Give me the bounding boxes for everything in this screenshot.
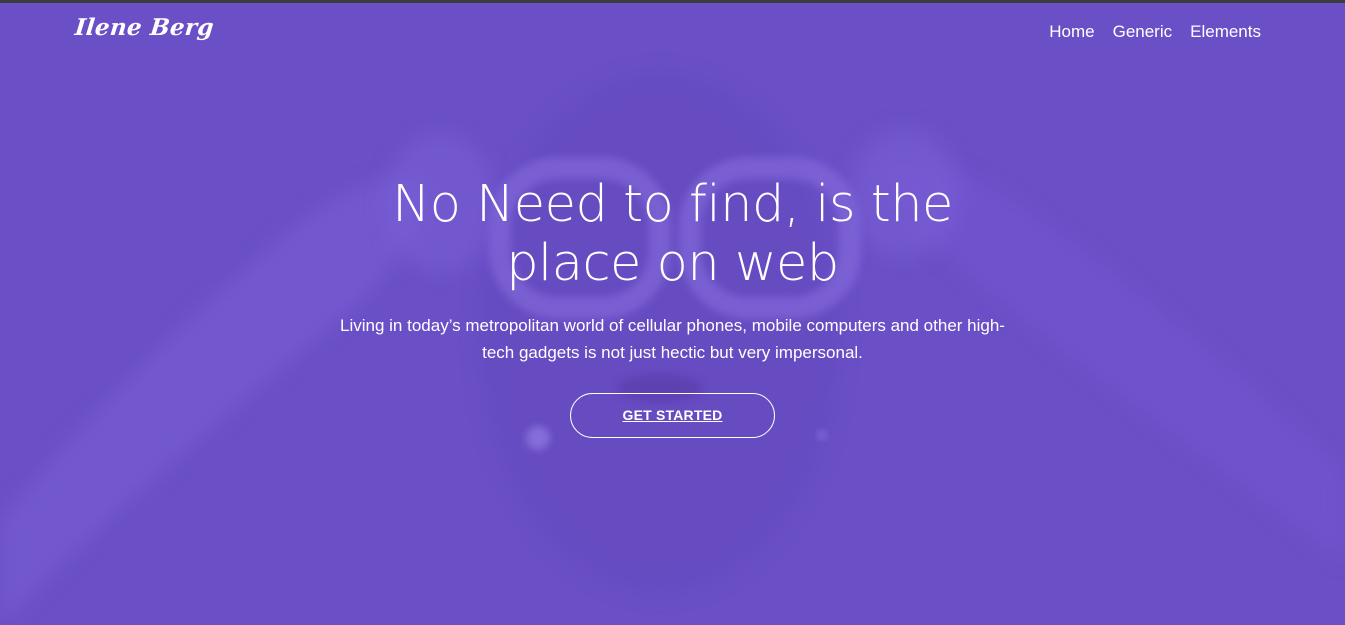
site-logo[interactable]: Ilene Berg xyxy=(74,14,216,41)
get-started-button[interactable]: GET STARTED xyxy=(570,393,775,438)
site-header: Ilene Berg Home Generic Elements xyxy=(0,3,1345,59)
hero-description: Living in today’s metropolitan world of … xyxy=(340,316,1005,362)
nav-item-home: Home xyxy=(1049,22,1094,42)
main-nav: Home Generic Elements xyxy=(1049,22,1261,42)
nav-item-generic: Generic xyxy=(1113,22,1173,42)
hero-title: No Need to find, is the place on web xyxy=(392,175,953,293)
hero-section: No Need to find, is the place on web Liv… xyxy=(0,175,1345,438)
nav-link-elements[interactable]: Elements xyxy=(1190,22,1261,41)
nav-link-generic[interactable]: Generic xyxy=(1113,22,1173,41)
nav-item-elements: Elements xyxy=(1190,22,1261,42)
nav-link-home[interactable]: Home xyxy=(1049,22,1094,41)
